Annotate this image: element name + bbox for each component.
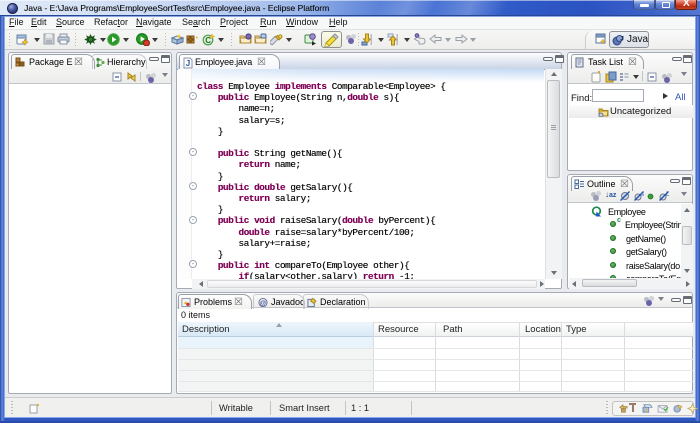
svg-text:@: @ [260,300,267,307]
svg-text:J: J [186,59,190,68]
svg-text:C: C [205,36,211,45]
svg-text:J: J [620,36,624,43]
